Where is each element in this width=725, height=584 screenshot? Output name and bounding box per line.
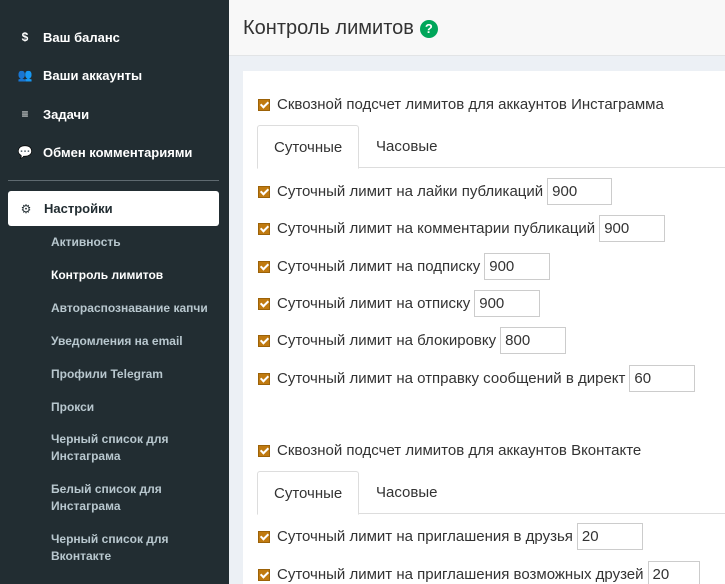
limit-label: Суточный лимит на приглашения в друзья	[277, 528, 573, 545]
limit-input[interactable]	[500, 327, 567, 354]
limit-input[interactable]	[599, 215, 666, 242]
limit-row-follow: Суточный лимит на подписку	[258, 253, 551, 280]
limit-input[interactable]	[547, 178, 613, 205]
help-icon[interactable]: ?	[419, 19, 438, 38]
limit-checkbox[interactable]	[258, 185, 270, 198]
limit-row-unfollow: Суточный лимит на отписку	[258, 290, 541, 317]
sidebar-divider	[8, 180, 219, 181]
sidebar-subitem-whitelist-instagram[interactable]: Белый список для Инстаграма	[51, 481, 226, 515]
instagram-through-count-checkbox[interactable]	[258, 98, 270, 111]
instagram-through-count-row: Сквозной подсчет лимитов для аккаунтов И…	[258, 96, 664, 113]
limit-input[interactable]	[576, 523, 643, 550]
limit-checkbox[interactable]	[258, 297, 270, 310]
page-title: Контроль лимитов ?	[243, 17, 438, 40]
limit-row-possible-friend-invites: Суточный лимит на приглашения возможных …	[258, 561, 700, 584]
vk-tabs: Суточные Часовые	[257, 471, 725, 515]
sidebar-item-balance[interactable]: $ Ваш баланс	[0, 18, 229, 56]
page-title-text: Контроль лимитов	[243, 17, 414, 39]
checkbox-label: Сквозной подсчет лимитов для аккаунтов В…	[277, 442, 642, 459]
sidebar-subitem-blacklist-instagram[interactable]: Черный список для Инстаграма	[51, 431, 226, 465]
limit-checkbox[interactable]	[258, 260, 270, 273]
sidebar-subitem-captcha[interactable]: Автораспознавание капчи	[51, 300, 226, 317]
dollar-icon: $	[21, 30, 29, 44]
limit-label: Суточный лимит на отписку	[277, 295, 471, 312]
limits-panel: Сквозной подсчет лимитов для аккаунтов И…	[243, 71, 725, 584]
sidebar-item-label: Обмен комментариями	[43, 144, 193, 160]
sidebar-subitem-email[interactable]: Уведомления на email	[51, 333, 226, 350]
comments-icon: 💬	[17, 145, 33, 159]
limit-label: Суточный лимит на блокировку	[277, 332, 497, 349]
tab-hourly[interactable]: Часовые	[360, 125, 453, 168]
limit-input[interactable]	[474, 290, 541, 317]
limit-input[interactable]	[484, 253, 551, 280]
tab-daily[interactable]: Суточные	[257, 125, 360, 169]
limit-row-likes: Суточный лимит на лайки публикаций	[258, 178, 613, 205]
limit-label: Суточный лимит на приглашения возможных …	[277, 566, 644, 583]
limit-label: Суточный лимит на подписку	[277, 258, 481, 275]
sidebar-item-accounts[interactable]: 👥 Ваши аккаунты	[0, 56, 229, 94]
sidebar-subitem-limits[interactable]: Контроль лимитов	[51, 267, 226, 284]
checkbox-label: Сквозной подсчет лимитов для аккаунтов И…	[277, 96, 664, 113]
limit-label: Суточный лимит на комментарии публикаций	[277, 220, 596, 237]
limit-checkbox[interactable]	[258, 530, 270, 543]
users-icon: 👥	[17, 68, 33, 82]
limit-row-block: Суточный лимит на блокировку	[258, 327, 567, 354]
limit-checkbox[interactable]	[258, 372, 270, 385]
sidebar-subitem-blacklist-vk[interactable]: Черный список для Вконтакте	[51, 531, 226, 565]
limit-checkbox[interactable]	[258, 568, 270, 581]
sidebar-item-label: Задачи	[43, 106, 90, 122]
limit-checkbox[interactable]	[258, 334, 270, 347]
tab-hourly[interactable]: Часовые	[360, 471, 453, 514]
main-content: Контроль лимитов ? Сквозной подсчет лими…	[229, 0, 725, 584]
limit-row-friend-invites: Суточный лимит на приглашения в друзья	[258, 523, 643, 550]
limit-label: Суточный лимит на отправку сообщений в д…	[277, 370, 626, 387]
page-header: Контроль лимитов ?	[229, 0, 725, 56]
sidebar-item-tasks[interactable]: ≡ Задачи	[0, 95, 229, 133]
limit-row-comments: Суточный лимит на комментарии публикаций	[258, 215, 666, 242]
sidebar-subitem-telegram[interactable]: Профили Telegram	[51, 366, 226, 383]
limit-checkbox[interactable]	[258, 222, 270, 235]
sidebar-item-comments[interactable]: 💬 Обмен комментариями	[0, 133, 229, 171]
vk-through-count-checkbox[interactable]	[258, 444, 270, 457]
sidebar-subitem-activity[interactable]: Активность	[51, 234, 226, 251]
sidebar-item-settings[interactable]: ⚙ Настройки	[8, 191, 219, 226]
limit-label: Суточный лимит на лайки публикаций	[277, 183, 544, 200]
limit-row-direct: Суточный лимит на отправку сообщений в д…	[258, 365, 696, 392]
vk-through-count-row: Сквозной подсчет лимитов для аккаунтов В…	[258, 442, 641, 459]
instagram-tabs: Суточные Часовые	[257, 125, 725, 169]
gear-icon: ⚙	[20, 201, 32, 216]
limit-input[interactable]	[629, 365, 696, 392]
sidebar-item-label: Ваши аккаунты	[43, 67, 143, 83]
sidebar: $ Ваш баланс 👥 Ваши аккаунты ≡ Задачи 💬 …	[0, 0, 229, 584]
tasks-icon: ≡	[21, 107, 29, 121]
sidebar-item-label: Настройки	[44, 201, 113, 216]
sidebar-subitem-proxy[interactable]: Прокси	[51, 399, 226, 416]
tab-daily[interactable]: Суточные	[257, 471, 360, 515]
sidebar-item-label: Ваш баланс	[43, 29, 120, 45]
limit-input[interactable]	[647, 561, 700, 584]
